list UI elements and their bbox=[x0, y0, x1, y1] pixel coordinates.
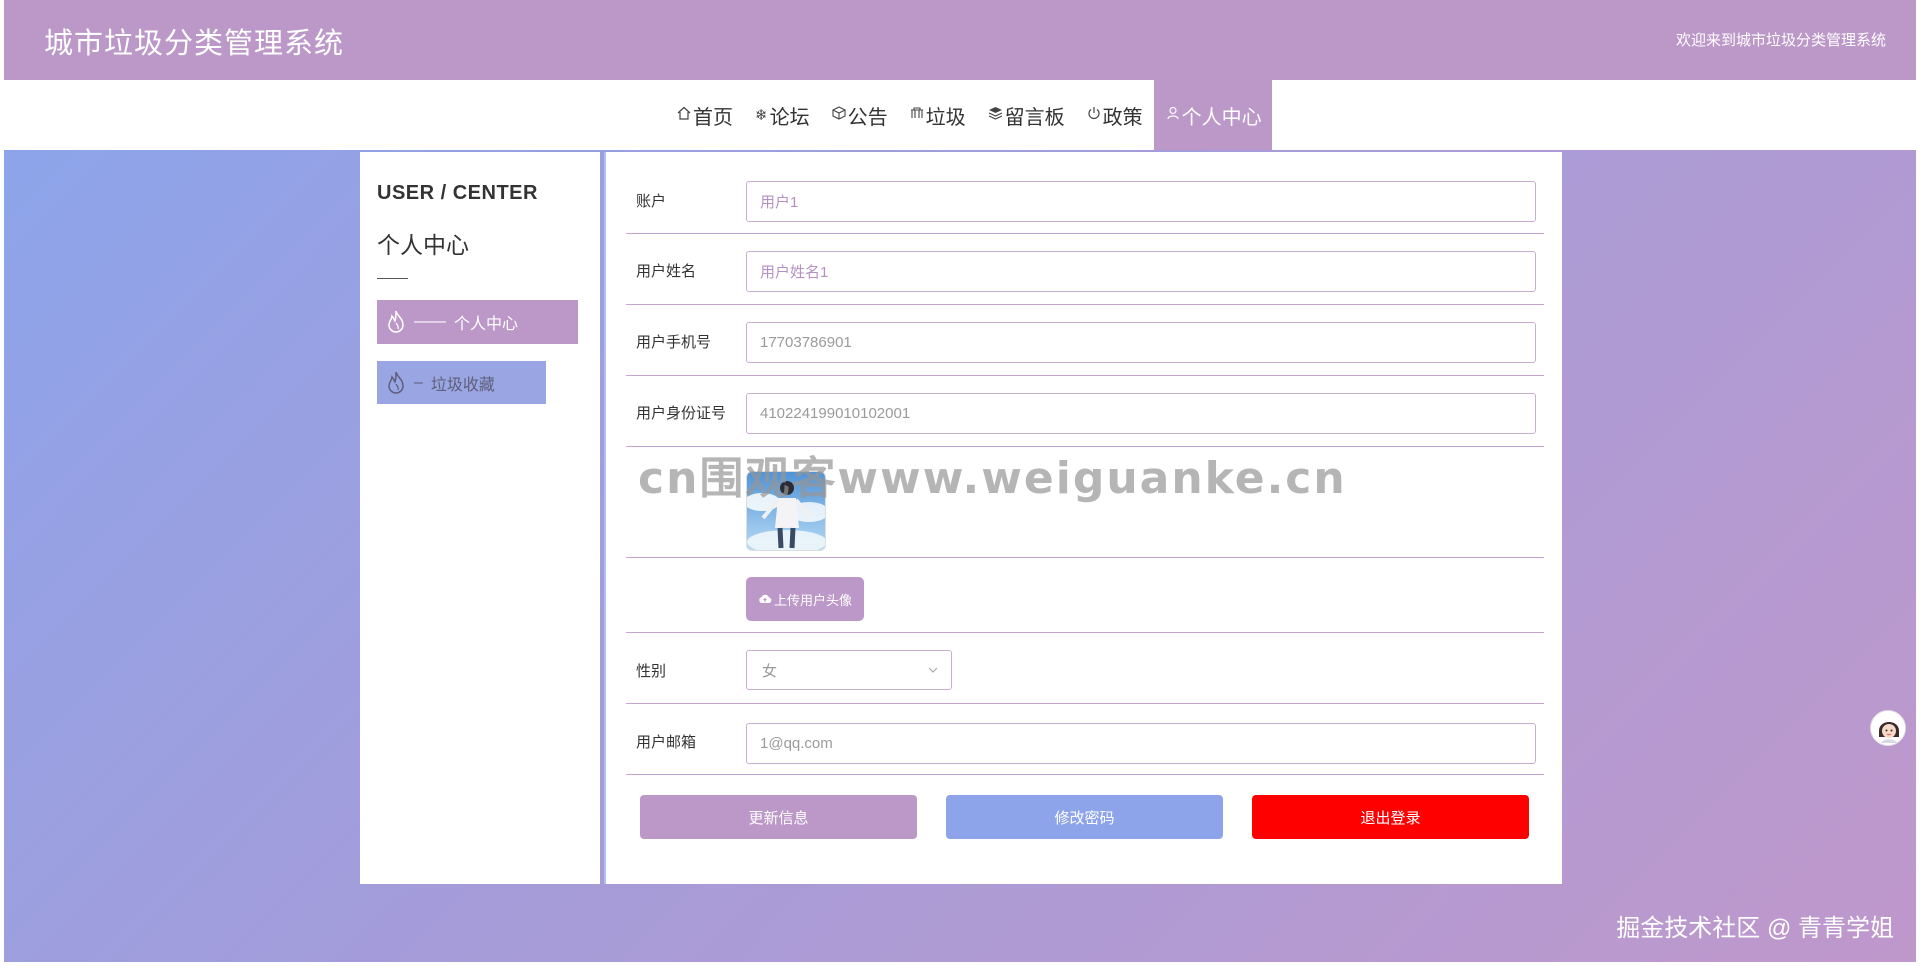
user-icon bbox=[1166, 106, 1180, 124]
email-label: 用户邮箱 bbox=[636, 734, 697, 751]
nav-item-label: 垃圾 bbox=[925, 106, 966, 129]
account-label: 账户 bbox=[636, 193, 667, 210]
sidebar-title-cn: 个人中心 bbox=[377, 232, 469, 258]
corner-credit: 掘金技术社区 @ 青青学姐 bbox=[1616, 915, 1894, 942]
account-input[interactable]: 用户1 bbox=[746, 181, 1536, 222]
nav-item-label: 政策 bbox=[1102, 106, 1143, 129]
sidebar-item-dash: —— bbox=[414, 313, 446, 330]
layers-icon bbox=[988, 106, 1003, 124]
change-password-button[interactable]: 修改密码 bbox=[946, 795, 1223, 839]
gender-select[interactable]: 女 bbox=[746, 650, 952, 690]
nav-item-label: 留言板 bbox=[1004, 106, 1065, 129]
watermark-text: cn围观客www.weiguanke.cn bbox=[638, 453, 1347, 504]
fire-icon bbox=[388, 310, 404, 333]
update-info-button[interactable]: 更新信息 bbox=[640, 795, 917, 839]
home-icon bbox=[677, 106, 691, 124]
welcome-text: 欢迎来到城市垃圾分类管理系统 bbox=[1675, 32, 1886, 49]
sidebar-item-user-center[interactable]: —— 个人中心 bbox=[377, 300, 578, 344]
email-input[interactable]: 1@qq.com bbox=[746, 723, 1536, 764]
nav-item-forum[interactable]: ❄ 论坛 bbox=[744, 80, 821, 150]
sidebar-divider bbox=[377, 278, 408, 279]
gender-selected-value: 女 bbox=[762, 662, 778, 680]
app-frame: 城市垃圾分类管理系统 欢迎来到城市垃圾分类管理系统 首页 ❄ 论坛 公告 垃圾 … bbox=[4, 0, 1916, 962]
nav-item-label: 论坛 bbox=[769, 106, 810, 129]
form-row-account: 账户 用户1 bbox=[626, 152, 1544, 234]
sidebar-item-favorites[interactable]: – 垃圾收藏 bbox=[377, 361, 546, 404]
name-input[interactable]: 用户姓名1 bbox=[746, 251, 1536, 292]
nav-item-home[interactable]: 首页 bbox=[666, 80, 744, 150]
sidebar: USER / CENTER 个人中心 —— 个人中心 – 垃圾收藏 bbox=[360, 152, 600, 884]
sidebar-item-label: 个人中心 bbox=[454, 316, 519, 333]
nav-item-label: 个人中心 bbox=[1181, 106, 1262, 129]
cloud-upload-icon bbox=[759, 594, 772, 603]
phone-input[interactable]: 17703786901 bbox=[746, 322, 1536, 363]
sidebar-item-dash: – bbox=[414, 373, 423, 391]
fire-icon bbox=[388, 371, 404, 394]
chat-assistant-avatar[interactable] bbox=[1870, 710, 1906, 746]
main-area: USER / CENTER 个人中心 —— 个人中心 – 垃圾收藏 账户 用户1… bbox=[4, 150, 1916, 962]
name-label: 用户姓名 bbox=[636, 263, 697, 280]
idcard-label: 用户身份证号 bbox=[636, 405, 727, 422]
profile-form-panel: 账户 用户1 用户姓名 用户姓名1 用户手机号 17703786901 用户身份… bbox=[604, 152, 1562, 884]
nav-item-label: 公告 bbox=[847, 106, 888, 129]
idcard-input[interactable]: 410224199010102001 bbox=[746, 393, 1536, 434]
sidebar-item-label: 垃圾收藏 bbox=[430, 376, 495, 394]
snowflake-icon: ❄ bbox=[755, 107, 768, 124]
upload-avatar-label: 上传用户头像 bbox=[773, 592, 852, 608]
form-row-idcard: 用户身份证号 410224199010102001 bbox=[626, 376, 1544, 447]
nav-item-user-center[interactable]: 个人中心 bbox=[1153, 80, 1272, 150]
gender-label: 性别 bbox=[636, 663, 667, 680]
main-nav: 首页 ❄ 论坛 公告 垃圾 留言板 政策 个人中心 bbox=[4, 80, 1916, 150]
nav-item-announcement[interactable]: 公告 bbox=[821, 80, 899, 150]
trash-icon bbox=[910, 106, 924, 124]
site-title: 城市垃圾分类管理系统 bbox=[44, 28, 345, 60]
cube-icon bbox=[832, 106, 846, 124]
top-header: 城市垃圾分类管理系统 欢迎来到城市垃圾分类管理系统 bbox=[4, 0, 1916, 80]
form-row-name: 用户姓名 用户姓名1 bbox=[626, 234, 1544, 305]
nav-item-messages[interactable]: 留言板 bbox=[977, 80, 1076, 150]
logout-button[interactable]: 退出登录 bbox=[1252, 795, 1529, 839]
form-row-gender: 性别 女 bbox=[626, 633, 1544, 704]
nav-list: 首页 ❄ 论坛 公告 垃圾 留言板 政策 个人中心 bbox=[666, 80, 1272, 150]
power-icon bbox=[1087, 106, 1101, 124]
form-row-phone: 用户手机号 17703786901 bbox=[626, 305, 1544, 376]
form-row-email: 用户邮箱 1@qq.com bbox=[626, 704, 1544, 775]
nav-item-label: 首页 bbox=[693, 106, 733, 129]
phone-label: 用户手机号 bbox=[636, 334, 712, 351]
chevron-down-icon bbox=[928, 667, 938, 673]
nav-item-garbage[interactable]: 垃圾 bbox=[899, 80, 977, 150]
form-row-upload: 上传用户头像 bbox=[626, 558, 1544, 633]
sidebar-title-en: USER / CENTER bbox=[377, 182, 538, 204]
upload-avatar-button[interactable]: 上传用户头像 bbox=[746, 577, 864, 621]
nav-item-policy[interactable]: 政策 bbox=[1076, 80, 1154, 150]
